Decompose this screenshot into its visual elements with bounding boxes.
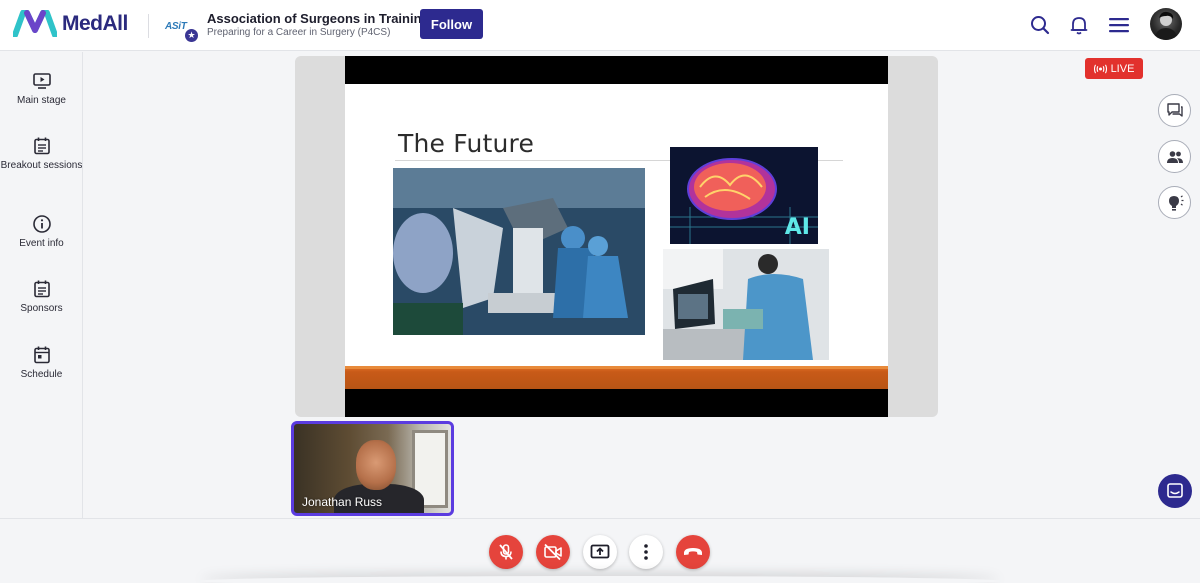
chat-icon: [1166, 102, 1183, 117]
sidebar-item-label: Main stage: [17, 95, 66, 106]
sidebar-item-label: Sponsors: [20, 303, 63, 314]
org-logo-text: ASiT: [165, 21, 187, 32]
ai-label: AI: [784, 215, 810, 240]
lightbulb-icon: [1168, 194, 1183, 211]
main-stage-video[interactable]: The Future AI: [295, 56, 938, 417]
live-badge: LIVE: [1085, 58, 1143, 79]
follow-button[interactable]: Follow: [420, 9, 483, 39]
hang-up-icon: [684, 548, 702, 555]
slide-title: The Future: [398, 129, 535, 158]
brand-name: MedAll: [62, 11, 128, 35]
user-avatar[interactable]: [1150, 8, 1182, 40]
org-subtitle: Preparing for a Career in Surgery (P4CS): [207, 27, 391, 38]
bottom-shadow: [200, 576, 1000, 583]
share-screen-button[interactable]: [583, 535, 617, 569]
support-chat-button[interactable]: [1158, 474, 1192, 508]
star-badge-icon: ★: [185, 29, 198, 42]
slide-footer-band: [345, 366, 888, 389]
camera-off-icon: [544, 543, 562, 561]
message-icon: [1167, 483, 1183, 498]
sidebar-item-event-info[interactable]: Event info: [0, 214, 83, 250]
sidebar-item-label: Breakout sessions: [0, 160, 83, 171]
slide-letterbox-top: [345, 56, 888, 84]
more-icon: [644, 544, 648, 560]
sidebar-item-label: Event info: [19, 238, 64, 249]
people-icon: [1166, 150, 1183, 163]
ideas-panel-button[interactable]: [1158, 186, 1191, 219]
call-controls-bar: [0, 518, 1200, 583]
mute-microphone-button[interactable]: [489, 535, 523, 569]
surgical-robot-image: [393, 168, 645, 335]
tile-person-face: [356, 440, 396, 490]
top-header: MedAll ASiT ★ Association of Surgeons in…: [0, 0, 1200, 51]
participant-name: Jonathan Russ: [302, 495, 383, 509]
participant-video-tile[interactable]: Jonathan Russ: [291, 421, 454, 516]
presentation-slide: The Future AI: [345, 56, 888, 417]
calendar-icon: [33, 346, 50, 364]
info-icon: [32, 215, 51, 233]
left-sidebar: Main stage Breakout sessions Event info …: [0, 52, 83, 518]
chat-panel-button[interactable]: [1158, 94, 1191, 127]
sidebar-item-label: Schedule: [20, 369, 63, 380]
toggle-camera-button[interactable]: [536, 535, 570, 569]
org-logo[interactable]: ASiT ★: [163, 14, 199, 42]
share-screen-icon: [590, 544, 610, 559]
calendar-list-icon: [33, 137, 50, 155]
sidebar-item-sponsors[interactable]: Sponsors: [0, 279, 83, 315]
people-panel-button[interactable]: [1158, 140, 1191, 173]
vr-surgery-training-image: [663, 249, 829, 360]
calendar-list-icon: [33, 280, 50, 298]
ai-brain-image: AI: [670, 147, 818, 244]
broadcast-icon: [1093, 64, 1107, 73]
slide-letterbox-bottom: [345, 389, 888, 417]
sidebar-item-breakout-sessions[interactable]: Breakout sessions: [0, 136, 83, 172]
medall-logo[interactable]: MedAll: [13, 10, 128, 37]
org-title[interactable]: Association of Surgeons in Training: [207, 11, 429, 26]
medall-logo-mark: [13, 10, 57, 37]
more-options-button[interactable]: [629, 535, 663, 569]
menu-icon[interactable]: [1106, 12, 1132, 38]
sidebar-item-main-stage[interactable]: Main stage: [0, 71, 83, 107]
live-label: LIVE: [1110, 62, 1135, 75]
mic-off-icon: [499, 544, 513, 560]
sidebar-item-schedule[interactable]: Schedule: [0, 345, 83, 381]
header-divider: [148, 14, 149, 38]
search-icon[interactable]: [1027, 12, 1053, 38]
leave-call-button[interactable]: [676, 535, 710, 569]
bell-icon[interactable]: [1066, 12, 1092, 38]
play-screen-icon: [32, 73, 51, 89]
